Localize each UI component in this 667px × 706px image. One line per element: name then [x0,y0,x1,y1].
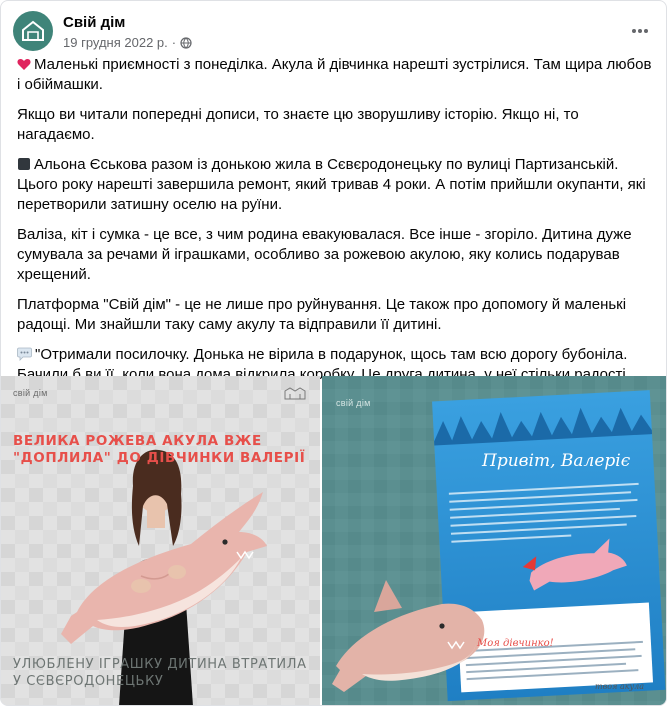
meta-separator: · [171,35,177,50]
facebook-post: Свій дім 19 грудня 2022 р. · Маленькі пр… [0,0,667,706]
letter-signature: твоя акула [595,682,644,691]
post-text: Маленькі приємності з понеділка. Акула й… [17,55,653,415]
speech-bubble-icon [17,347,32,361]
globe-icon [180,36,192,49]
letter-illustration [322,376,666,705]
post-paragraph-3: Альона Єськова разом із донькою жила в С… [17,155,653,215]
post-images: свій дім Велика рожева акула вже "доплил… [1,376,666,705]
brand-label: свій дім [13,388,48,398]
post-image-girl-with-shark[interactable]: свій дім Велика рожева акула вже "доплил… [1,376,320,705]
post-paragraph-1: Маленькі приємності з понеділка. Акула й… [17,55,653,95]
post-meta: 19 грудня 2022 р. · [63,35,192,50]
post-header: Свій дім 19 грудня 2022 р. · [13,11,654,53]
image-caption: Улюблену іграшку дитина втратила у Сєвєр… [13,657,307,689]
brand-label: свій дім [336,398,371,408]
paragraph-text: Альона Єськова разом із донькою жила в С… [17,156,646,213]
house-logo-icon [22,20,44,41]
paragraph-text: Платформа "Свій дім" - це не лише про ру… [17,296,627,333]
paragraph-text: Якщо ви читали попередні дописи, то знає… [17,106,579,143]
letter-title: Привіт, Валеріє [482,451,631,471]
page-name-link[interactable]: Свій дім [63,14,125,31]
page-avatar[interactable] [13,11,53,51]
post-date-link[interactable]: 19 грудня 2022 р. [63,35,168,50]
red-heart-icon [17,59,31,70]
paragraph-text: Валіза, кіт і сумка - це все, з чим роди… [17,226,632,283]
black-square-icon [18,158,30,170]
post-options-button[interactable] [624,15,656,47]
letter-subtitle: Моя дівчинко! [477,638,554,649]
post-image-shark-and-letter[interactable]: свій дім Привіт, Валеріє Моя дівчинко! т… [322,376,666,705]
paragraph-text: Маленькі приємності з понеділка. Акула й… [17,56,652,93]
image-headline: Велика рожева акула вже "доплила" до дів… [13,433,306,466]
post-paragraph-2: Якщо ви читали попередні дописи, то знає… [17,105,653,145]
more-horizontal-icon [632,29,648,33]
post-paragraph-5: Платформа "Свій дім" - це не лише про ру… [17,295,653,335]
house-logo-icon [284,387,306,400]
post-paragraph-4: Валіза, кіт і сумка - це все, з чим роди… [17,225,653,285]
